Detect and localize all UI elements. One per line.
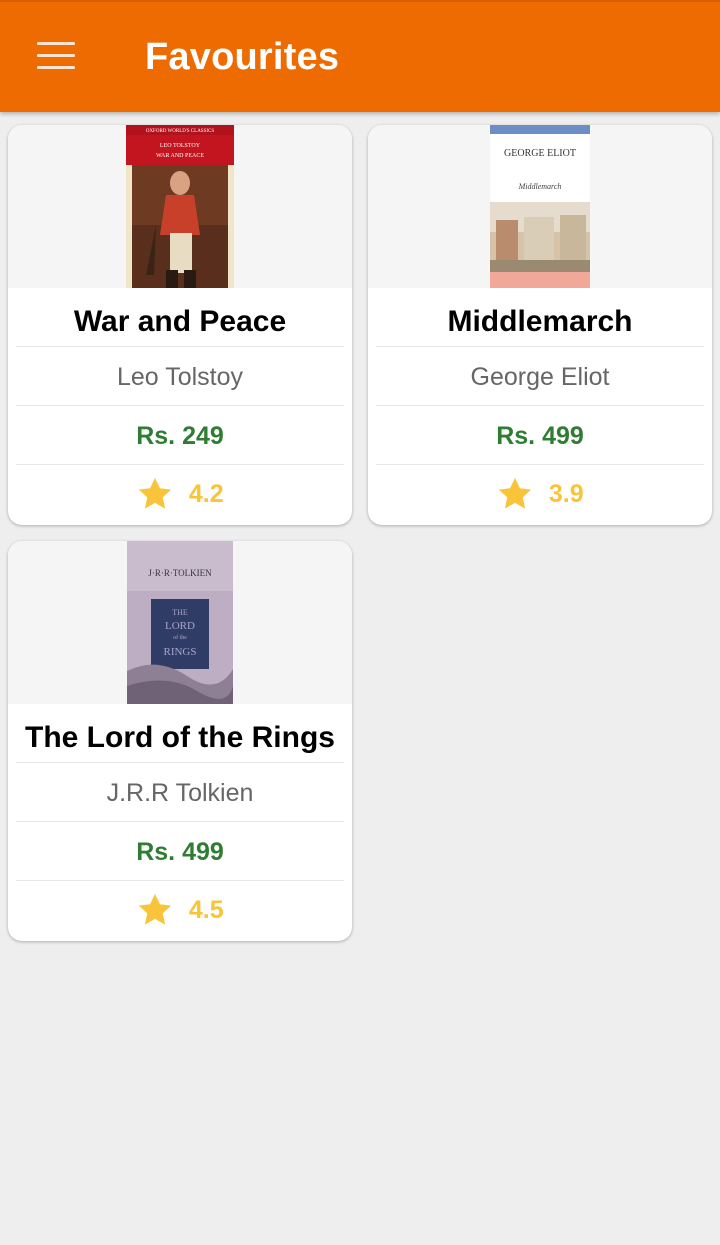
app-bar: Favourites	[0, 0, 720, 112]
book-cover-image: GEORGE ELIOT Middlemarch	[490, 125, 590, 288]
book-title: The Lord of the Rings	[25, 721, 335, 754]
divider	[376, 346, 704, 347]
favourites-grid: OXFORD WORLD'S CLASSICS LEO TOLSTOY WAR …	[0, 0, 720, 1245]
divider	[16, 464, 344, 465]
svg-text:J·R·R·TOLKIEN: J·R·R·TOLKIEN	[148, 568, 212, 578]
app-bar-edge	[0, 0, 720, 2]
book-price: Rs. 499	[136, 838, 224, 866]
svg-text:Middlemarch: Middlemarch	[518, 182, 562, 191]
book-rating: 4.2	[188, 479, 224, 508]
divider	[16, 405, 344, 406]
book-card-war-and-peace[interactable]: OXFORD WORLD'S CLASSICS LEO TOLSTOY WAR …	[8, 125, 352, 525]
svg-text:THE: THE	[172, 608, 188, 617]
rating-row: 3.9	[368, 475, 712, 515]
hamburger-icon-line-1	[37, 42, 75, 45]
divider	[376, 405, 704, 406]
svg-text:GEORGE ELIOT: GEORGE ELIOT	[504, 148, 576, 159]
book-rating: 4.5	[188, 895, 224, 924]
divider	[16, 821, 344, 822]
middlemarch-cover-art: GEORGE ELIOT Middlemarch	[490, 125, 590, 288]
svg-text:RINGS: RINGS	[163, 646, 196, 658]
cover-area: J·R·R·TOLKIEN THE LORD of the RINGS	[8, 541, 352, 704]
svg-text:of the: of the	[173, 634, 187, 641]
cover-area: OXFORD WORLD'S CLASSICS LEO TOLSTOY WAR …	[8, 125, 352, 288]
book-author: J.R.R Tolkien	[106, 779, 254, 807]
page-title: Favourites	[145, 36, 340, 78]
divider	[16, 346, 344, 347]
rating-row: 4.5	[8, 891, 352, 931]
star-icon	[139, 477, 172, 509]
star-icon	[139, 893, 172, 925]
hamburger-icon-line-3	[37, 66, 75, 69]
book-author: George Eliot	[470, 363, 610, 391]
book-cover-image: J·R·R·TOLKIEN THE LORD of the RINGS	[127, 541, 233, 704]
cover-area: GEORGE ELIOT Middlemarch	[368, 125, 712, 288]
hamburger-icon-line-2	[37, 54, 75, 57]
war-and-peace-cover-art: OXFORD WORLD'S CLASSICS LEO TOLSTOY WAR …	[126, 125, 234, 288]
divider	[16, 762, 344, 763]
book-rating: 3.9	[548, 479, 584, 508]
book-card-middlemarch[interactable]: GEORGE ELIOT Middlemarch Middlemarch Geo…	[368, 125, 712, 525]
svg-text:LEO TOLSTOY: LEO TOLSTOY	[160, 143, 201, 149]
book-cover-image: OXFORD WORLD'S CLASSICS LEO TOLSTOY WAR …	[126, 125, 234, 288]
book-title: War and Peace	[73, 305, 287, 338]
book-price: Rs. 249	[136, 422, 224, 450]
book-title: Middlemarch	[447, 305, 633, 338]
svg-text:OXFORD WORLD'S CLASSICS: OXFORD WORLD'S CLASSICS	[146, 129, 215, 134]
menu-button[interactable]	[24, 30, 88, 82]
svg-text:LORD: LORD	[165, 620, 195, 632]
lord-of-the-rings-cover-art: J·R·R·TOLKIEN THE LORD of the RINGS	[127, 541, 233, 704]
book-price: Rs. 499	[496, 422, 584, 450]
star-icon	[499, 477, 532, 509]
rating-row: 4.2	[8, 475, 352, 515]
book-card-lord-of-the-rings[interactable]: J·R·R·TOLKIEN THE LORD of the RINGS The …	[8, 541, 352, 941]
svg-text:WAR AND PEACE: WAR AND PEACE	[156, 153, 204, 159]
book-author: Leo Tolstoy	[116, 363, 243, 391]
divider	[376, 464, 704, 465]
divider	[16, 880, 344, 881]
